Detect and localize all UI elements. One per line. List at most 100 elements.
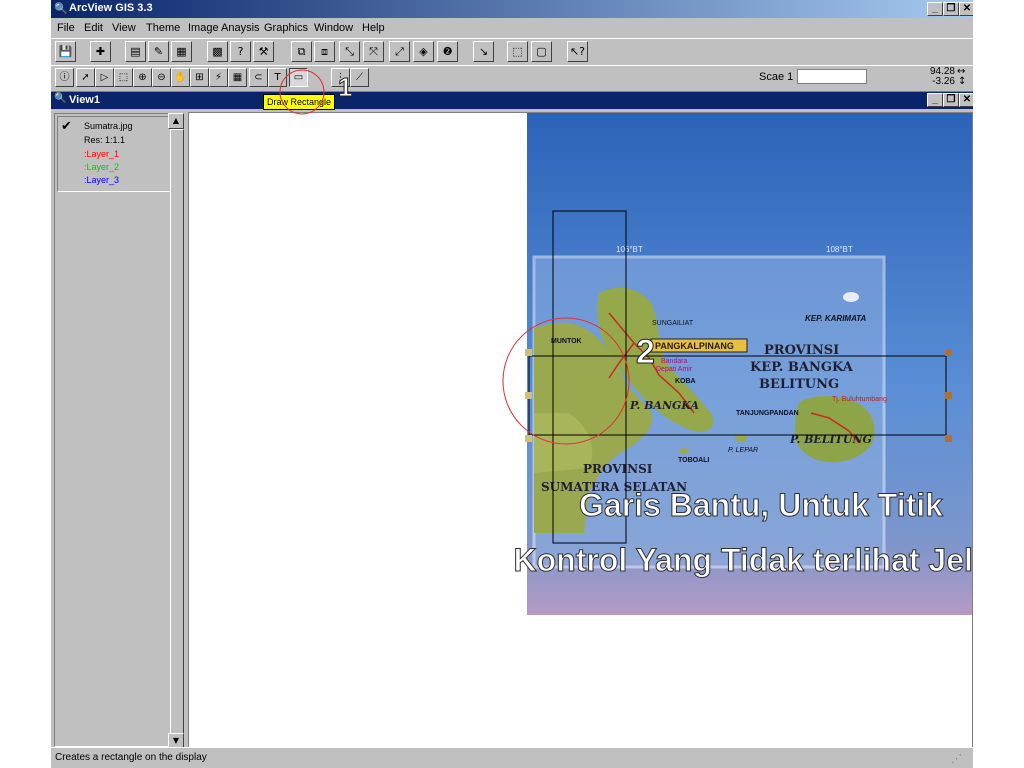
status-text: Creates a rectangle on the display — [55, 752, 207, 763]
edit-legend-icon[interactable]: ✎ — [148, 41, 169, 62]
step-number-2: 2 — [636, 333, 655, 371]
map-label-depati-amir: Depati Amir — [656, 366, 693, 373]
menu-file[interactable]: File — [57, 22, 75, 34]
layer-3-label: :Layer_3 — [84, 175, 120, 185]
selection-handle[interactable] — [945, 392, 952, 399]
map-label-sungailiat: SUNGAILIAT — [652, 320, 694, 327]
identify-icon[interactable]: ⓘ — [55, 68, 74, 87]
pointer-icon[interactable]: ➚ — [76, 68, 95, 87]
selection-handle[interactable] — [945, 349, 952, 356]
view-maximize-button[interactable]: ❐ — [943, 93, 959, 107]
help-icon[interactable]: ❷ — [437, 41, 458, 62]
layout-icon[interactable]: ▢ — [531, 41, 552, 62]
selection-handle[interactable] — [945, 435, 952, 442]
scroll-thumb[interactable] — [170, 129, 184, 744]
map-label-provinsi-2: PROVINSI — [583, 462, 653, 476]
map-label-pangkalpinang: PANGKALPINANG — [655, 341, 734, 351]
scroll-up-arrow-icon[interactable]: ▲ — [168, 113, 184, 129]
app-title-bar: 🔍 ArcView GIS 3.3 _ ❐ ✕ — [51, 0, 973, 18]
zoom-full-extent-icon[interactable]: ⧉ — [291, 41, 312, 62]
annotation-circle-1 — [279, 69, 325, 115]
step-number-1: 1 — [337, 72, 353, 103]
menu-bar: File Edit View Theme Image Anaysis Graph… — [51, 18, 973, 38]
map-label-tj-buluhtumbang: Tj. Buluhtumbang — [832, 396, 887, 403]
maximize-button[interactable]: ❐ — [943, 2, 959, 16]
map-label-p-lepar: P. LEPAR — [728, 447, 758, 454]
map-label-p-bangka: P. BANGKA — [629, 399, 700, 412]
clear-selection-icon[interactable]: ⬚ — [507, 41, 528, 62]
pan-hand-icon[interactable]: ✋ — [171, 68, 190, 87]
view-minimize-button[interactable]: _ — [927, 93, 943, 107]
view-close-button[interactable]: ✕ — [959, 93, 973, 107]
select-feature-icon[interactable]: ⬚ — [114, 68, 133, 87]
measure-icon[interactable]: ⊞ — [190, 68, 209, 87]
zoom-in-icon[interactable]: ⊕ — [133, 68, 152, 87]
layer-2-label: :Layer_2 — [84, 162, 120, 172]
map-label-toboali: TOBOALI — [678, 457, 709, 464]
menu-graphics[interactable]: Graphics — [264, 22, 308, 34]
map-label-lon-108: 108°BT — [826, 245, 853, 254]
coord-y: -3.26 — [932, 76, 955, 87]
arcview-application-window: 🔍 ArcView GIS 3.3 _ ❐ ✕ File Edit View T… — [51, 0, 973, 768]
help-cursor-icon[interactable]: ↖? — [567, 41, 588, 62]
hot-link-icon[interactable]: ⚡ — [209, 68, 228, 87]
zoom-previous-icon[interactable]: ◈ — [413, 41, 434, 62]
locate-address-icon[interactable]: ⚒ — [253, 41, 274, 62]
minimize-button[interactable]: _ — [927, 2, 943, 16]
status-bar: Creates a rectangle on the display ⋰ — [51, 747, 973, 768]
button-bar: 💾 ✚ ▤ ✎ ▦ ▩ ? ⚒ ⧉ ⧈ ⤡ ⤧ ⤢ ◈ ❷ ↘ ⬚ ▢ ↖? — [51, 38, 973, 67]
view-title: View1 — [69, 94, 100, 106]
zoom-selected-icon[interactable]: ⤡ — [339, 41, 360, 62]
area-of-interest-icon[interactable]: ▦ — [228, 68, 247, 87]
theme-legend-entry[interactable]: ✔ Sumatra.jpg Res: 1:1.1 :Layer_1 :Layer… — [57, 116, 173, 192]
map-display-area[interactable]: PROVINSI KEP. BANGKA BELITUNG KEP. KARIM… — [188, 112, 973, 749]
map-label-tanjungpandan: TANJUNGPANDAN — [736, 410, 799, 417]
query-builder-icon[interactable]: ? — [230, 41, 251, 62]
menu-edit[interactable]: Edit — [84, 22, 103, 34]
resize-grip-icon[interactable]: ⋰ — [951, 752, 962, 765]
caption-line-1: Garis Bantu, Untuk Titik — [579, 487, 943, 523]
scale-input[interactable] — [797, 69, 867, 84]
theme-name: Sumatra.jpg — [84, 121, 133, 131]
layer-1-label: :Layer_1 — [84, 149, 120, 159]
theme-resolution: Res: 1:1.1 — [84, 135, 126, 145]
add-theme-icon[interactable]: ✚ — [90, 41, 111, 62]
map-image: PROVINSI KEP. BANGKA BELITUNG KEP. KARIM… — [502, 113, 972, 615]
menu-theme[interactable]: Theme — [146, 22, 180, 34]
line-tool-icon[interactable]: ⟋ — [350, 68, 369, 87]
app-globe-icon: 🔍 — [54, 2, 68, 15]
map-label-belitung: BELITUNG — [759, 377, 839, 392]
menu-view[interactable]: View — [112, 22, 136, 34]
theme-visibility-checkbox[interactable]: ✔ — [61, 119, 72, 134]
selection-handle[interactable] — [525, 435, 532, 442]
save-project-icon[interactable]: 💾 — [55, 41, 76, 62]
label-icon[interactable]: ⊂ — [249, 68, 268, 87]
menu-image-analysis[interactable]: Image Anaysis — [188, 22, 260, 34]
vertex-edit-icon[interactable]: ▷ — [95, 68, 114, 87]
view-window-title-bar: 🔍 View1 _ ❐ ✕ — [51, 92, 973, 109]
selection-handle[interactable] — [525, 349, 532, 356]
scale-label: Scae 1 — [759, 71, 794, 83]
app-title: ArcView GIS 3.3 — [69, 2, 153, 14]
close-button[interactable]: ✕ — [959, 2, 973, 16]
legend-scrollbar[interactable]: ▲ ▼ — [168, 113, 184, 749]
open-theme-table-icon[interactable]: ▦ — [171, 41, 192, 62]
zoom-out-fixed-icon[interactable]: ⤢ — [389, 41, 410, 62]
zoom-active-themes-icon[interactable]: ⧈ — [314, 41, 335, 62]
view-icon: 🔍 — [54, 93, 67, 104]
table-of-contents: ✔ Sumatra.jpg Res: 1:1.1 :Layer_1 :Layer… — [54, 113, 174, 747]
caption-line-2: Kontrol Yang Tidak terlihat Jelas — [514, 542, 972, 578]
find-icon[interactable]: ▩ — [207, 41, 228, 62]
map-label-koba: KOBA — [675, 378, 696, 385]
map-label-lon-106: 106°BT — [616, 245, 643, 254]
select-features-icon[interactable]: ↘ — [473, 41, 494, 62]
zoom-out-icon[interactable]: ⊖ — [152, 68, 171, 87]
menu-window[interactable]: Window — [314, 22, 353, 34]
map-label-bandara: Bandara — [661, 358, 688, 365]
map-label-kep-bangka: KEP. BANGKA — [750, 360, 854, 375]
theme-properties-icon[interactable]: ▤ — [125, 41, 146, 62]
menu-help[interactable]: Help — [362, 22, 385, 34]
map-label-kep-karimata: KEP. KARIMATA — [805, 314, 867, 323]
selection-handle[interactable] — [525, 392, 532, 399]
zoom-in-fixed-icon[interactable]: ⤧ — [363, 41, 384, 62]
